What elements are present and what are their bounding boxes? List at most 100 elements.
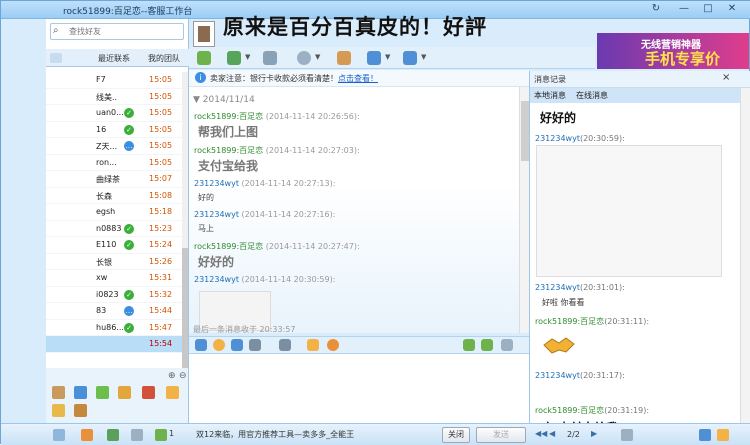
contact-row[interactable]: Z天... … 15:05 <box>46 138 182 155</box>
bell-icon[interactable] <box>307 339 319 351</box>
refresh-icon[interactable]: ↻ <box>649 3 663 16</box>
contact-time: 15:26 <box>149 256 173 266</box>
contact-row[interactable]: i0823 ✓ 15:32 <box>46 287 182 303</box>
notice-link[interactable]: 点击查看！ <box>338 74 378 83</box>
tab-my-team[interactable]: 我的团队 <box>148 53 180 64</box>
export-icon[interactable] <box>699 429 711 441</box>
home-icon[interactable] <box>53 429 65 441</box>
minimize-button[interactable]: — <box>677 3 691 16</box>
image-tool-icon[interactable] <box>52 404 65 417</box>
goods-icon[interactable] <box>197 51 211 65</box>
record-time: (20:31:01): <box>579 283 625 292</box>
tab-recent-contacts[interactable]: 最近联系 <box>98 53 130 64</box>
message-sender[interactable]: rock51899:百足恋 <box>194 112 263 121</box>
add-plugin-icon[interactable]: ⊕ <box>168 371 176 381</box>
contact-row[interactable]: egsh 15:18 <box>46 204 182 221</box>
user-tool-icon[interactable] <box>52 386 65 399</box>
phrase-icon[interactable] <box>481 339 493 351</box>
message-sender[interactable]: rock51899:百足恋 <box>194 146 263 155</box>
contact-row[interactable]: F7 15:05 <box>46 72 182 89</box>
heart-icon[interactable] <box>327 339 339 351</box>
emoji-icon[interactable] <box>213 339 225 351</box>
chart-tool-icon[interactable] <box>96 386 109 399</box>
message-input[interactable] <box>189 354 529 424</box>
file-icon[interactable] <box>279 339 291 351</box>
tab-star-icon[interactable] <box>50 53 62 63</box>
quick-reply-icon[interactable] <box>463 339 475 351</box>
calc-tool-icon[interactable] <box>74 386 87 399</box>
contact-scrollbar[interactable] <box>182 72 188 382</box>
message-sender[interactable]: 231234wyt <box>194 275 239 284</box>
group-icon[interactable] <box>155 429 167 441</box>
contact-avatar[interactable] <box>193 21 215 47</box>
message-sender[interactable]: 231234wyt <box>194 179 239 188</box>
chevron-down-icon[interactable]: ▼ <box>245 53 250 61</box>
contact-search[interactable]: ⌕ <box>50 23 184 40</box>
mail-icon[interactable] <box>81 429 93 441</box>
settings-icon[interactable] <box>297 51 311 65</box>
message-body: 支付宝给我 <box>198 159 259 173</box>
contact-time: 15:05 <box>149 75 173 84</box>
calendar-icon[interactable] <box>131 429 143 441</box>
next-page-icon[interactable]: ▶ <box>591 429 597 438</box>
contact-info-icon[interactable] <box>337 51 351 65</box>
contact-row[interactable]: n0883 ✓ 15:23 <box>46 221 182 237</box>
record-scrollbar[interactable] <box>740 88 750 423</box>
contact-row[interactable]: 83 … 15:44 <box>46 303 182 320</box>
record-sender[interactable]: 231234wyt <box>535 283 580 292</box>
chevron-down-icon[interactable]: ▼ <box>315 53 320 61</box>
record-sender[interactable]: rock51899:百足恋 <box>535 406 604 415</box>
record-sender[interactable]: 231234wyt <box>535 134 580 143</box>
transfer-icon[interactable] <box>367 51 381 65</box>
close-icon[interactable]: × <box>722 72 730 83</box>
contact-row[interactable]: 15:54 <box>46 336 182 353</box>
contact-row[interactable]: 线美.. 15:05 <box>46 89 182 105</box>
maximize-button[interactable]: □ <box>701 3 715 16</box>
shop-tool-icon[interactable] <box>142 386 155 399</box>
phone-icon[interactable] <box>107 429 119 441</box>
record-header-line: 231234wyt(20:31:01): <box>535 283 625 292</box>
search-input[interactable] <box>69 25 179 38</box>
send-button[interactable]: 发送 <box>476 427 526 443</box>
contact-row[interactable]: 曲绿茶 15:07 <box>46 171 182 188</box>
smile-tool-icon[interactable] <box>74 404 87 417</box>
chevron-down-icon[interactable]: ▼ <box>421 53 426 61</box>
trophy-icon[interactable] <box>263 51 277 65</box>
history-icon[interactable] <box>501 339 513 351</box>
prev-page-icon[interactable]: ◀ <box>549 429 555 438</box>
close-chat-button[interactable]: 关闭 <box>442 427 470 443</box>
search-records-icon[interactable] <box>717 429 729 441</box>
record-sender[interactable]: rock51899:百足恋 <box>535 317 604 326</box>
message-sender[interactable]: 231234wyt <box>194 210 239 219</box>
folder-tool-icon[interactable] <box>118 386 131 399</box>
message-sender[interactable]: rock51899:百足恋 <box>194 242 263 251</box>
image-icon[interactable] <box>249 339 261 351</box>
contact-row[interactable]: ron... 15:05 <box>46 155 182 171</box>
hand-tool-icon[interactable] <box>166 386 179 399</box>
contact-row[interactable]: uan0... ✓ 15:05 <box>46 105 182 122</box>
calendar-filter-icon[interactable] <box>621 429 633 441</box>
plugin-menu-icon[interactable]: ⊖ <box>179 371 187 381</box>
chat-scrollbar[interactable] <box>519 87 529 333</box>
contact-row[interactable]: 长森 15:08 <box>46 188 182 204</box>
app-icon[interactable] <box>403 51 417 65</box>
product-screenshot[interactable] <box>536 145 722 277</box>
promo-banner[interactable]: 无线营销神器 手机专享价 <box>597 33 749 69</box>
contact-row[interactable]: 16 ✓ 15:05 <box>46 122 182 138</box>
record-sender[interactable]: 231234wyt <box>535 371 580 380</box>
chevron-down-icon[interactable]: ▼ <box>385 53 390 61</box>
contact-time: 15:05 <box>149 157 173 167</box>
first-page-icon[interactable]: ◀◀ <box>535 429 547 438</box>
contact-row[interactable]: xw 15:31 <box>46 270 182 287</box>
screenshot-icon[interactable] <box>231 339 243 351</box>
tab-local-messages[interactable]: 本地消息 <box>534 90 566 101</box>
contact-row[interactable]: 长银 15:26 <box>46 254 182 270</box>
tab-online-messages[interactable]: 在线消息 <box>576 90 608 101</box>
card-icon[interactable] <box>227 51 241 65</box>
contact-row[interactable]: hu86... ✓ 15:47 <box>46 320 182 336</box>
chat-history[interactable]: ▼ 2014/11/14 rock51899:百足恋 (2014-11-14 2… <box>189 87 519 333</box>
contact-row[interactable]: E110 ✓ 15:24 <box>46 237 182 254</box>
promo-text[interactable]: 双12来临，用官方推荐工具—卖多多_全能王 <box>196 429 354 440</box>
font-icon[interactable] <box>195 339 207 351</box>
close-button[interactable]: ✕ <box>725 3 739 16</box>
